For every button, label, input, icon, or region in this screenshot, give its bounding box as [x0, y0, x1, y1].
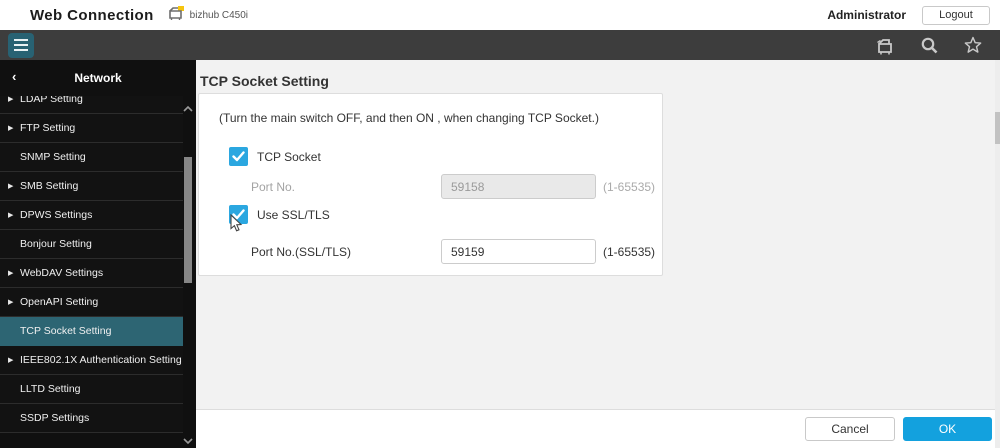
- main-toolbar: [0, 30, 1000, 60]
- search-icon[interactable]: [918, 34, 940, 56]
- expand-triangle-icon: ▶: [8, 182, 18, 190]
- ssl-checkbox[interactable]: [229, 205, 248, 224]
- ssl-label: Use SSL/TLS: [257, 208, 330, 222]
- network-sidebar: ‹ Network ▶LDAP Setting▶FTP SettingSNMP …: [0, 60, 196, 448]
- device-printer-icon: [168, 5, 185, 26]
- sidebar-item-tcp-socket-setting[interactable]: TCP Socket Setting: [0, 317, 183, 346]
- sidebar-item-label: IEEE802.1X Authentication Setting: [20, 354, 182, 366]
- port-label: Port No.: [251, 180, 441, 194]
- page-title: TCP Socket Setting: [200, 72, 1000, 90]
- sidebar-item-openapi-setting[interactable]: ▶OpenAPI Setting: [0, 288, 183, 317]
- sidebar-scrollbar-thumb[interactable]: [184, 157, 192, 283]
- logout-button[interactable]: Logout: [922, 6, 990, 25]
- sidebar-item-label: SSDP Settings: [20, 412, 89, 424]
- sidebar-item-label: FTP Setting: [20, 122, 75, 134]
- sidebar-item-label: DPWS Settings: [20, 209, 92, 221]
- device-chip: bizhub C450i: [168, 5, 248, 26]
- port-row: Port No. (1-65535): [251, 174, 662, 199]
- ssl-row: Use SSL/TLS: [229, 205, 662, 224]
- sidebar-item-label: TCP Socket Setting: [20, 325, 111, 337]
- toolbar-icons: [874, 34, 984, 56]
- cancel-button[interactable]: Cancel: [805, 417, 895, 441]
- sidebar-item-lltd-setting[interactable]: LLTD Setting: [0, 375, 183, 404]
- note-text: (Turn the main switch OFF, and then ON ,…: [219, 110, 662, 126]
- ssl-port-range-hint: (1-65535): [603, 245, 655, 259]
- expand-triangle-icon: ▶: [8, 269, 18, 277]
- sidebar-item-bonjour-setting[interactable]: Bonjour Setting: [0, 230, 183, 259]
- back-chevron-icon[interactable]: ‹: [12, 69, 16, 85]
- sidebar-item-ieee802-1x-authentication-setting[interactable]: ▶IEEE802.1X Authentication Setting: [0, 346, 183, 375]
- port-input: [441, 174, 596, 199]
- sidebar-item-label: LLTD Setting: [20, 383, 81, 395]
- sidebar-item-label: OpenAPI Setting: [20, 296, 98, 308]
- logo-area: Web Connection bizhub C450i: [30, 5, 248, 26]
- sidebar-title: Network: [74, 71, 121, 85]
- expand-triangle-icon: ▶: [8, 124, 18, 132]
- port-range-hint: (1-65535): [603, 180, 655, 194]
- tcp-socket-checkbox[interactable]: [229, 147, 248, 166]
- device-model: bizhub C450i: [190, 10, 248, 21]
- web-connection-app: Web Connection bizhub C450i Administrato…: [0, 0, 1000, 448]
- tcp-socket-label: TCP Socket: [257, 150, 321, 164]
- sidebar-item-label: Bonjour Setting: [20, 238, 92, 250]
- favorites-star-icon[interactable]: [962, 34, 984, 56]
- scroll-up-icon[interactable]: [182, 102, 194, 114]
- main-content: TCP Socket Setting (Turn the main switch…: [196, 60, 1000, 448]
- top-header: Web Connection bizhub C450i Administrato…: [0, 0, 1000, 30]
- tcp-socket-row: TCP Socket: [229, 147, 662, 166]
- sidebar-item-label: SMB Setting: [20, 180, 78, 192]
- expand-triangle-icon: ▶: [8, 96, 18, 103]
- scroll-down-icon[interactable]: [182, 434, 194, 446]
- expand-triangle-icon: ▶: [8, 211, 18, 219]
- sidebar-header: ‹ Network: [0, 60, 196, 96]
- logged-in-user: Administrator: [827, 8, 906, 22]
- sidebar-item-label: WebDAV Settings: [20, 267, 103, 279]
- sidebar-item-smb-setting[interactable]: ▶SMB Setting: [0, 172, 183, 201]
- expand-triangle-icon: ▶: [8, 356, 18, 364]
- sidebar-item-label: LDAP Setting: [20, 96, 83, 105]
- device-status-icon[interactable]: [874, 34, 896, 56]
- sidebar-item-webdav-settings[interactable]: ▶WebDAV Settings: [0, 259, 183, 288]
- ssl-port-row: Port No.(SSL/TLS) (1-65535): [251, 239, 662, 264]
- sidebar-item-label: SNMP Setting: [20, 151, 86, 163]
- sidebar-item-dpws-settings[interactable]: ▶DPWS Settings: [0, 201, 183, 230]
- ok-button[interactable]: OK: [903, 417, 992, 441]
- sidebar-item-snmp-setting[interactable]: SNMP Setting: [0, 143, 183, 172]
- user-area: Administrator Logout: [827, 6, 990, 25]
- web-connection-logo: Web Connection: [30, 7, 154, 24]
- sidebar-item-ldap-setting[interactable]: ▶LDAP Setting: [0, 96, 183, 114]
- tcp-socket-panel: (Turn the main switch OFF, and then ON ,…: [198, 93, 663, 276]
- sidebar-menu: ▶LDAP Setting▶FTP SettingSNMP Setting▶SM…: [0, 96, 183, 448]
- expand-triangle-icon: ▶: [8, 298, 18, 306]
- menu-hamburger-button[interactable]: [8, 33, 34, 58]
- page-scrollbar[interactable]: [995, 60, 1000, 448]
- ssl-port-input[interactable]: [441, 239, 596, 264]
- ssl-port-label: Port No.(SSL/TLS): [251, 245, 441, 259]
- sidebar-item-ftp-setting[interactable]: ▶FTP Setting: [0, 114, 183, 143]
- sidebar-item-ssdp-settings[interactable]: SSDP Settings: [0, 404, 183, 433]
- action-bar: Cancel OK: [196, 409, 1000, 448]
